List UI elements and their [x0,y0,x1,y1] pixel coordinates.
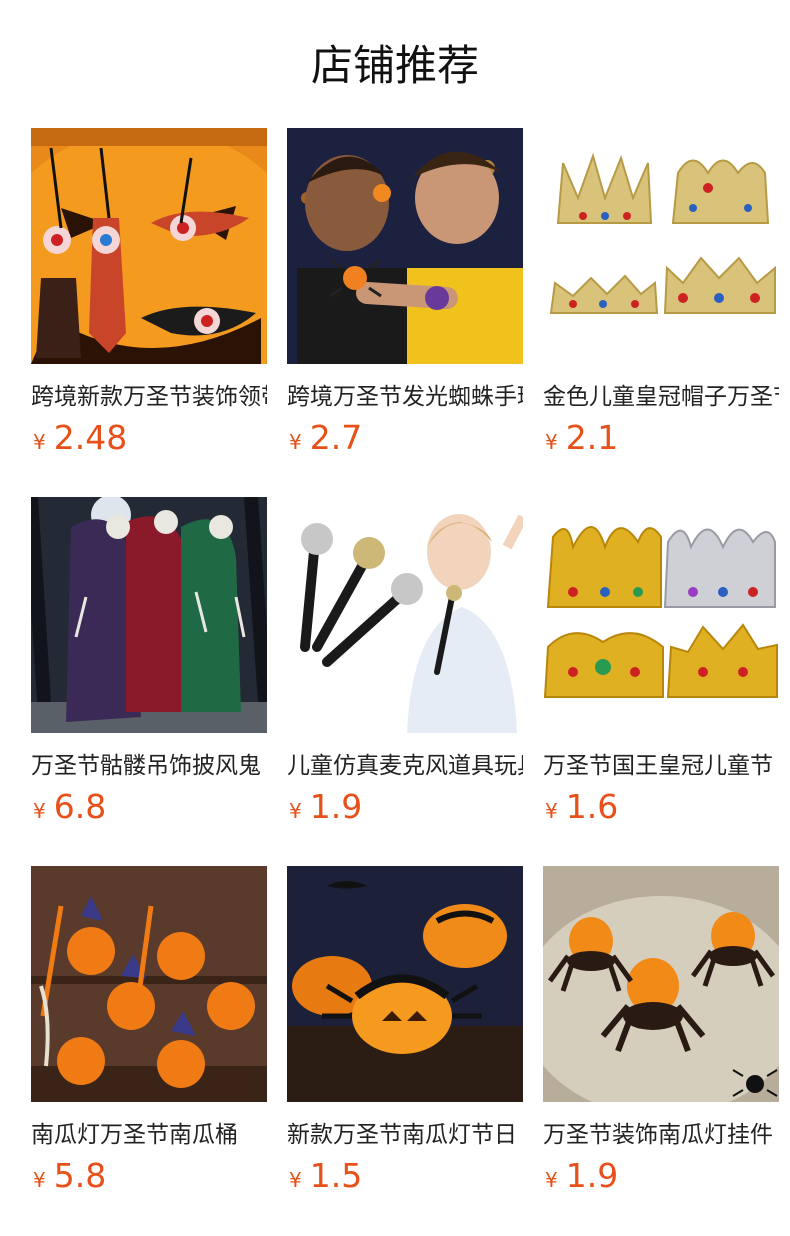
product-image-toy-microphone[interactable] [287,497,523,733]
currency-symbol: ¥ [545,799,558,823]
product-name[interactable]: 万圣节装饰南瓜灯挂件 [543,1120,779,1150]
product-price: ¥2.1 [545,418,618,458]
product-name[interactable]: 金色儿童皇冠帽子万圣节 [543,382,779,412]
product-name[interactable]: 跨境新款万圣节装饰领带 [31,382,267,412]
price-value: 1.9 [309,787,363,826]
product-price: ¥1.5 [289,1156,362,1196]
product-name[interactable]: 万圣节骷髅吊饰披风鬼 [31,751,267,781]
currency-symbol: ¥ [33,1168,46,1192]
product-image-gold-crowns[interactable] [543,128,779,364]
product-name[interactable]: 新款万圣节南瓜灯节日 [287,1120,523,1150]
product-image-hanging-skeleton-ghosts[interactable] [31,497,267,733]
product-image-spider-pumpkin-lamp[interactable] [287,866,523,1102]
price-value: 2.1 [565,418,619,457]
price-value: 2.7 [309,418,363,457]
product-image-kids-spider-bracelet[interactable] [287,128,523,364]
price-value: 6.8 [53,787,107,826]
product-image-king-crowns[interactable] [543,497,779,733]
product-grid: 跨境新款万圣节装饰领带 ¥2.48 跨境万圣节发光蜘蛛手环 ¥ 2.7 金色儿童… [0,0,790,1236]
price-value: 1.5 [309,1156,363,1195]
product-price: ¥1.9 [289,787,362,827]
currency-symbol: ¥ [289,430,302,454]
price-value: 2.48 [53,418,128,457]
currency-symbol: ¥ [545,430,558,454]
product-image-spider-candle-lights[interactable] [543,866,779,1102]
price-value: 5.8 [53,1156,107,1195]
product-price: ¥5.8 [33,1156,106,1196]
product-name[interactable]: 儿童仿真麦克风道具玩具 [287,751,523,781]
product-price: ¥1.9 [545,1156,618,1196]
product-price: ¥6.8 [33,787,106,827]
product-price: ¥2.48 [33,418,127,458]
currency-symbol: ¥ [33,799,46,823]
currency-symbol: ¥ [289,1168,302,1192]
price-value: 1.9 [565,1156,619,1195]
product-name[interactable]: 万圣节国王皇冠儿童节 [543,751,779,781]
currency-symbol: ¥ [289,799,302,823]
product-price: ¥1.6 [545,787,618,827]
product-name[interactable]: 南瓜灯万圣节南瓜桶 [31,1120,267,1150]
product-image-pumpkin-ties[interactable] [31,128,267,364]
price-value: 1.6 [565,787,619,826]
product-price: ¥2.7 [289,418,362,458]
product-image-pumpkin-lantern-buckets[interactable] [31,866,267,1102]
currency-symbol: ¥ [33,430,46,454]
currency-symbol: ¥ [545,1168,558,1192]
product-name[interactable]: 跨境万圣节发光蜘蛛手环 [287,382,523,412]
